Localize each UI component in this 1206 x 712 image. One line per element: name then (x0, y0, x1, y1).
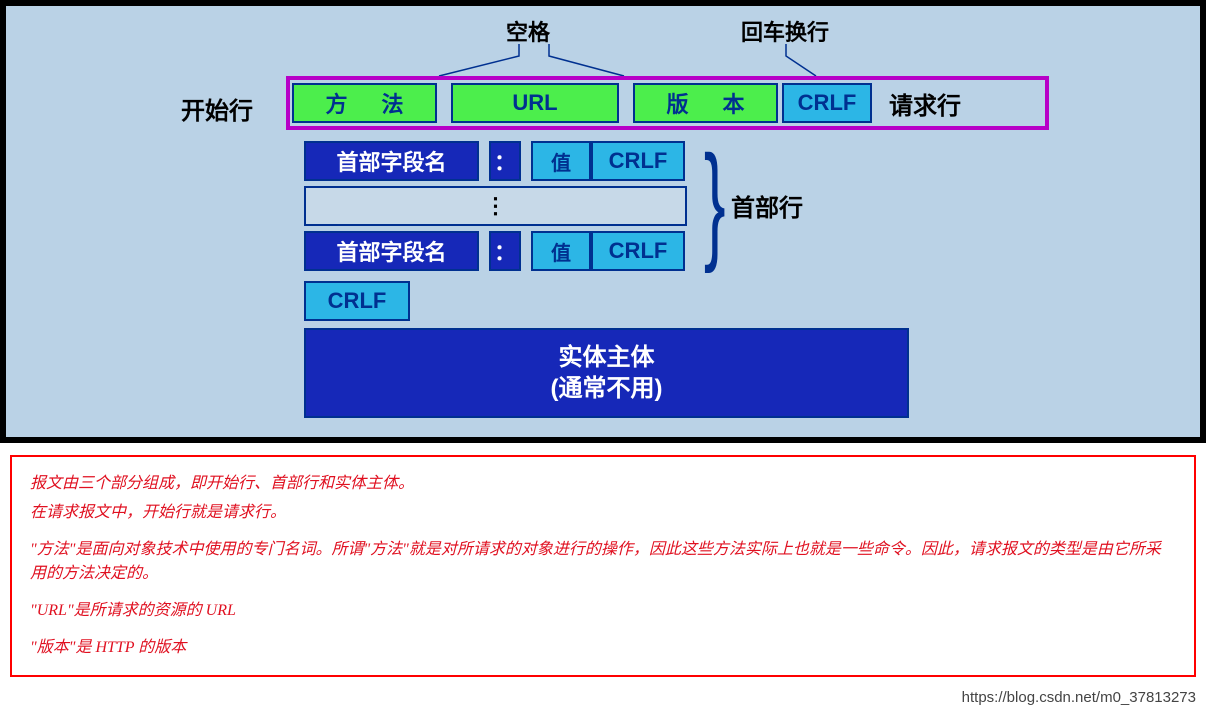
url-box: URL (451, 83, 619, 123)
field-name-box: 首部字段名 (304, 141, 479, 181)
diagram-frame: 空格 回车换行 开始行 方 法 URL 版 本 CRLF 请求行 首部字段名 ：… (0, 0, 1206, 443)
label-header-line: 首部行 (731, 188, 803, 223)
label-request-line: 请求行 (889, 86, 961, 121)
note-p4: "URL"是所请求的资源的 URL (30, 599, 1176, 624)
header-row-ellipsis: ⋮ (304, 186, 687, 226)
header-row-1: 首部字段名 ： 值 CRLF (304, 141, 685, 181)
ellipsis-box: ⋮ (304, 186, 687, 226)
body-line2: (通常不用) (551, 373, 663, 404)
field-name-box: 首部字段名 (304, 231, 479, 271)
crlf-box-header: CRLF (591, 141, 685, 181)
colon-box: ： (489, 231, 521, 271)
colon-box: ： (489, 141, 521, 181)
method-box: 方 法 (292, 83, 437, 123)
body-box: 实体主体 (通常不用) (304, 328, 909, 418)
label-crlf-top: 回车换行 (741, 15, 829, 47)
note-p3: "方法"是面向对象技术中使用的专门名词。所谓"方法"就是对所请求的对象进行的操作… (30, 538, 1176, 588)
notes-box: 报文由三个部分组成，即开始行、首部行和实体主体。 在请求报文中，开始行就是请求行… (10, 455, 1196, 677)
request-line-row: 方 法 URL 版 本 CRLF 请求行 (286, 76, 1049, 130)
value-box: 值 (531, 231, 591, 271)
note-p1: 报文由三个部分组成，即开始行、首部行和实体主体。 (30, 472, 1176, 497)
value-box: 值 (531, 141, 591, 181)
note-p5: "版本"是 HTTP 的版本 (30, 636, 1176, 661)
brace-icon: } (704, 136, 726, 266)
label-start-line: 开始行 (181, 91, 253, 126)
version-box: 版 本 (633, 83, 778, 123)
crlf-box-alone: CRLF (304, 281, 410, 321)
note-p2: 在请求报文中，开始行就是请求行。 (30, 501, 1176, 526)
label-space: 空格 (506, 15, 550, 47)
header-row-2: 首部字段名 ： 值 CRLF (304, 231, 685, 271)
crlf-box-header: CRLF (591, 231, 685, 271)
watermark: https://blog.csdn.net/m0_37813273 (962, 689, 1196, 706)
body-line1: 实体主体 (559, 342, 655, 373)
crlf-box-request: CRLF (782, 83, 872, 123)
